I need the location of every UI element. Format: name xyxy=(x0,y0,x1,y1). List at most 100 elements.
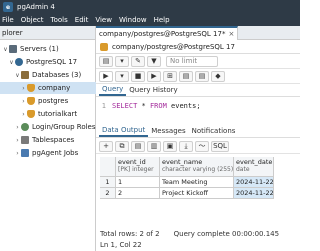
menu-bar: File Object Tools Edit View Window Help xyxy=(0,14,300,26)
open-file-icon[interactable]: ▤ xyxy=(99,55,113,67)
editor-line: 1 SELECT * FROM events; xyxy=(96,100,300,112)
sql-button[interactable]: SQL xyxy=(211,140,229,152)
tree-item-postgresql-17[interactable]: ∨ PostgreSQL 17 xyxy=(0,56,96,68)
chevron-down-icon[interactable]: ∨ xyxy=(2,46,9,53)
chevron-right-icon[interactable]: › xyxy=(20,98,27,105)
cursor-status: Ln 1, Col 22 xyxy=(96,239,300,251)
database-icon xyxy=(27,97,35,105)
query-tab-label: company/postgres@PostgreSQL 17* xyxy=(99,29,226,38)
column-header-event-name[interactable]: event_name character varying (255) xyxy=(160,157,234,177)
chevron-right-icon[interactable]: › xyxy=(20,111,27,118)
tab-query[interactable]: Query xyxy=(99,84,127,96)
edit-icon[interactable]: ✎ xyxy=(131,55,145,67)
tab-messages[interactable]: Messages xyxy=(148,125,188,137)
menu-view[interactable]: View xyxy=(95,16,112,24)
connection-label: company/postgres@PostgreSQL 17 xyxy=(112,42,235,51)
tree-item-pgagent-jobs[interactable]: › pgAgent Jobs xyxy=(0,147,96,159)
execute-options-icon[interactable]: ▾ xyxy=(115,70,129,82)
tree-item-postgres[interactable]: › postgres xyxy=(0,95,96,107)
save-icon[interactable]: ▾ xyxy=(115,55,129,67)
tab-query-history[interactable]: Query History xyxy=(126,84,180,96)
column-header-event-date[interactable]: event_date date xyxy=(234,157,274,177)
table-cell[interactable]: 2 xyxy=(116,188,160,199)
sql-keyword: SELECT xyxy=(112,102,138,110)
toolbar-row-1: ▤ ▾ ✎ ▼ No limit xyxy=(96,54,300,69)
database-icon xyxy=(27,84,35,92)
title-bar: e pgAdmin 4 xyxy=(0,0,300,14)
window-title: pgAdmin 4 xyxy=(17,3,55,11)
menu-object[interactable]: Object xyxy=(21,16,44,24)
table-cell[interactable]: Project Kickoff xyxy=(160,188,234,199)
chevron-right-icon[interactable]: › xyxy=(14,124,21,131)
rollback-icon[interactable]: ▤ xyxy=(195,70,209,82)
table-cell[interactable]: 1 xyxy=(116,177,160,188)
query-tool: company/postgres@PostgreSQL 17* × compan… xyxy=(96,25,300,251)
postgres-icon xyxy=(15,58,23,66)
chevron-right-icon[interactable]: › xyxy=(20,85,27,92)
execute-icon[interactable]: ▶ xyxy=(99,70,113,82)
tree-item-tutorialkart[interactable]: › tutorialkart xyxy=(0,108,96,120)
pgadmin-logo-icon: e xyxy=(3,2,13,12)
column-name: event_id xyxy=(118,158,146,166)
add-row-icon[interactable]: + xyxy=(99,140,113,152)
server-icon xyxy=(9,45,17,53)
editor-tabs: Query Query History xyxy=(96,85,300,97)
column-name: event_date xyxy=(236,158,273,166)
download-icon[interactable]: ⤓ xyxy=(179,140,193,152)
tablespaces-icon xyxy=(21,136,29,144)
table-cell[interactable]: 2024-11-22 xyxy=(234,177,274,188)
table-cell[interactable]: Team Meeting xyxy=(160,177,234,188)
chevron-right-icon[interactable]: › xyxy=(14,150,21,157)
menu-tools[interactable]: Tools xyxy=(51,16,68,24)
row-number[interactable]: 2 xyxy=(100,188,116,199)
grid-corner xyxy=(100,157,116,177)
tree-item-label: Servers (1) xyxy=(20,45,59,53)
tab-data-output[interactable]: Data Output xyxy=(99,125,149,137)
save-data-icon[interactable]: ▣ xyxy=(163,140,177,152)
query-tab[interactable]: company/postgres@PostgreSQL 17* × xyxy=(96,25,239,40)
tree-item-servers[interactable]: ∨ Servers (1) xyxy=(0,43,96,55)
row-number[interactable]: 1 xyxy=(100,177,116,188)
menu-window[interactable]: Window xyxy=(119,16,147,24)
filter-icon[interactable]: ▼ xyxy=(147,55,161,67)
commit-icon[interactable]: ▤ xyxy=(179,70,193,82)
database-icon xyxy=(27,110,35,118)
explain-icon[interactable]: ▶ xyxy=(147,70,161,82)
tree-item-label: Databases (3) xyxy=(32,71,82,79)
cursor-position: Ln 1, Col 22 xyxy=(100,241,142,249)
graph-icon[interactable]: 〜 xyxy=(195,140,209,152)
explain-analyze-icon[interactable]: ⊞ xyxy=(163,70,177,82)
chevron-right-icon[interactable]: › xyxy=(14,137,21,144)
tree-item-label: PostgreSQL 17 xyxy=(26,58,78,66)
results-toolbar: + ⧉ ▤ ▥ ▣ ⤓ 〜 SQL xyxy=(96,139,300,154)
database-icon xyxy=(100,42,108,51)
paste-icon[interactable]: ▤ xyxy=(131,140,145,152)
query-complete: Query complete 00:00:00.145 xyxy=(173,230,280,238)
copy-icon[interactable]: ⧉ xyxy=(115,140,129,152)
tree-item-login-group-roles[interactable]: › Login/Group Roles xyxy=(0,121,96,133)
menu-help[interactable]: Help xyxy=(154,16,170,24)
tree-item-company[interactable]: › company xyxy=(0,82,96,94)
stop-icon[interactable]: ■ xyxy=(131,70,145,82)
tab-notifications[interactable]: Notifications xyxy=(189,125,239,137)
query-tab-bar: company/postgres@PostgreSQL 17* × xyxy=(96,25,300,40)
connection-bar[interactable]: company/postgres@PostgreSQL 17 xyxy=(96,40,300,54)
limit-select[interactable]: No limit xyxy=(166,55,218,67)
total-rows: Total rows: 2 of 2 xyxy=(100,230,160,238)
tree-item-databases[interactable]: ∨ Databases (3) xyxy=(0,69,96,81)
chevron-down-icon[interactable]: ∨ xyxy=(8,59,15,66)
column-name: event_name xyxy=(162,158,203,166)
tree-item-label: pgAgent Jobs xyxy=(32,149,79,157)
chevron-down-icon[interactable]: ∨ xyxy=(14,72,21,79)
column-header-event-id[interactable]: event_id [PK] integer xyxy=(116,157,160,177)
pgagent-icon xyxy=(21,149,29,157)
output-tabs: Data Output Messages Notifications xyxy=(96,126,300,138)
menu-file[interactable]: File xyxy=(2,16,14,24)
column-type: character varying (255) xyxy=(162,166,234,173)
close-icon[interactable]: × xyxy=(228,30,234,38)
table-cell[interactable]: 2024-11-22 xyxy=(234,188,274,199)
delete-icon[interactable]: ▥ xyxy=(147,140,161,152)
tree-item-tablespaces[interactable]: › Tablespaces xyxy=(0,134,96,146)
macros-icon[interactable]: ◆ xyxy=(211,70,225,82)
menu-edit[interactable]: Edit xyxy=(75,16,89,24)
